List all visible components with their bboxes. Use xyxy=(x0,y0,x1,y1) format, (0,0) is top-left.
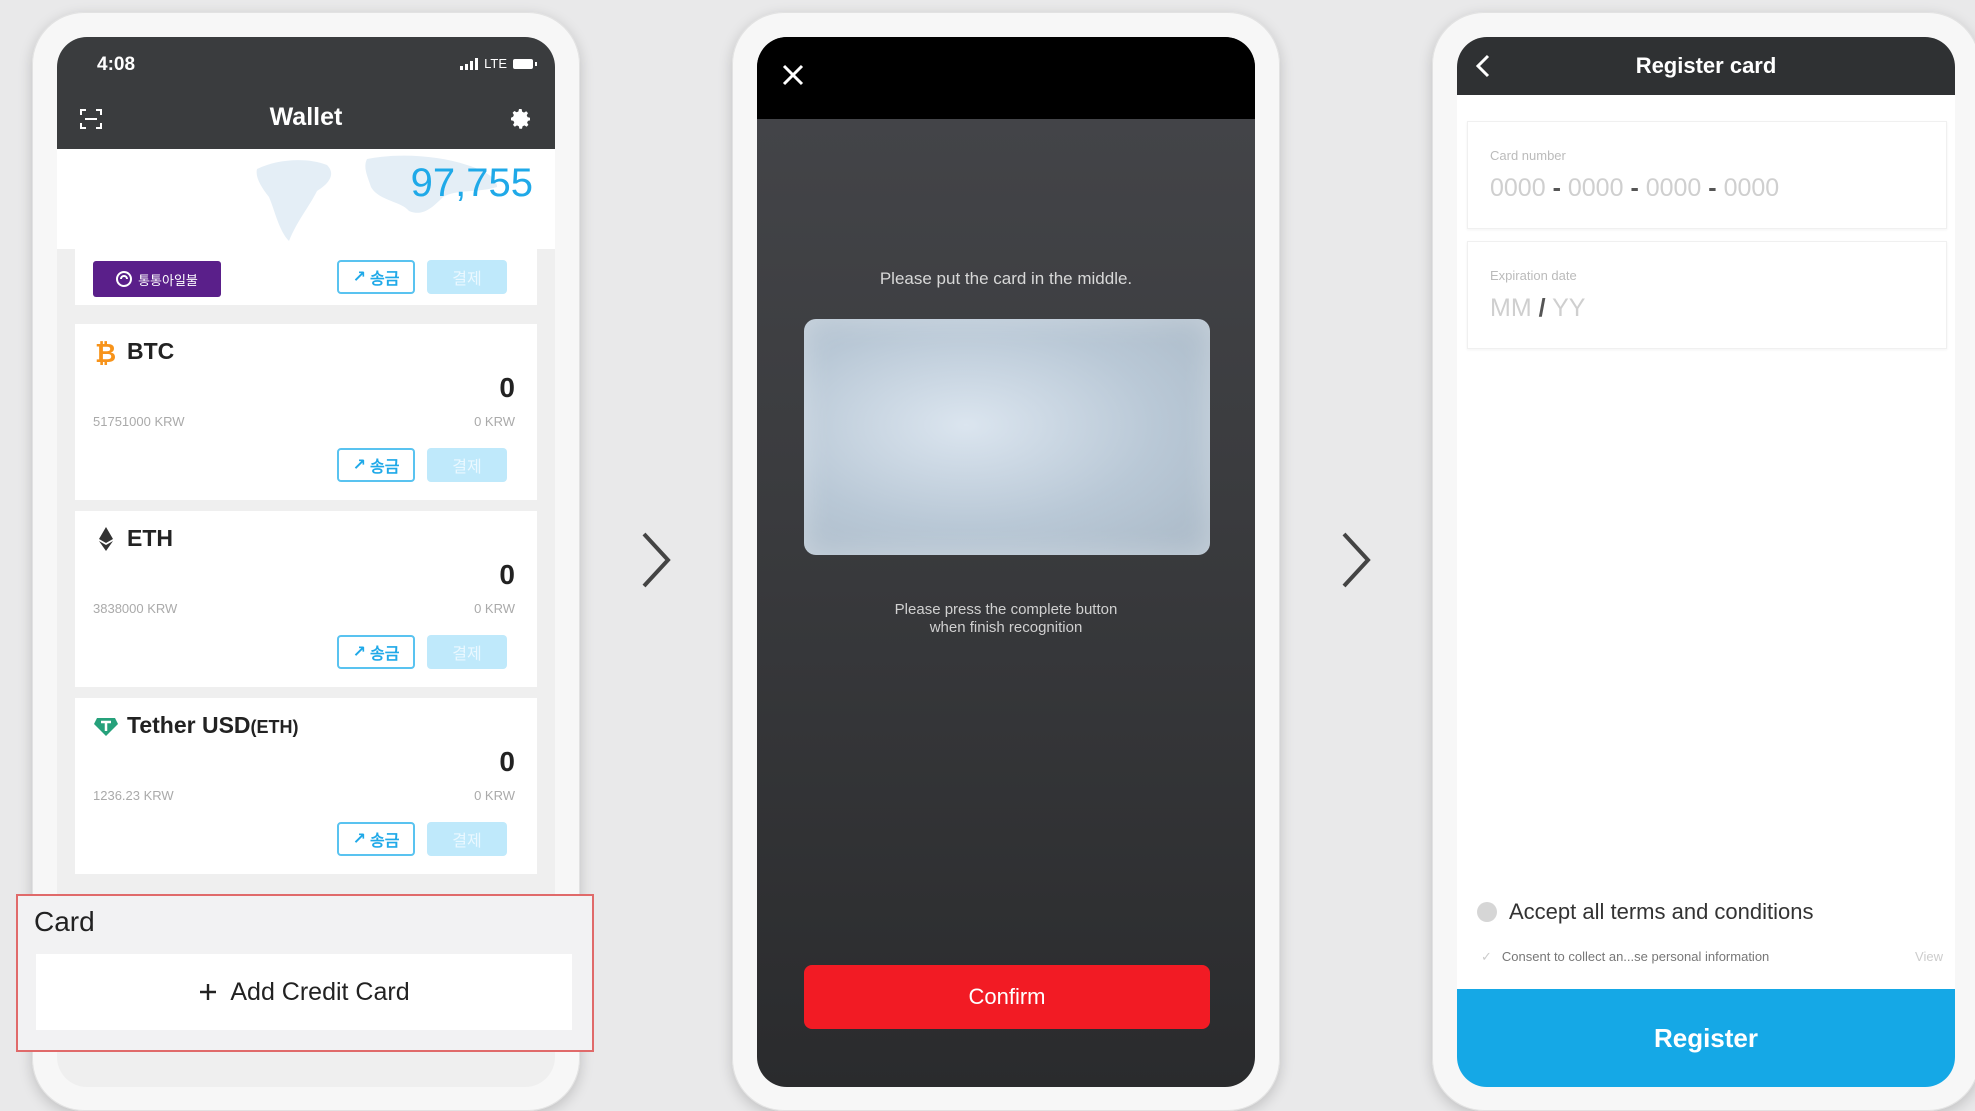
card-number-separator: - xyxy=(1630,174,1639,202)
expiration-month: MM xyxy=(1490,294,1532,322)
accept-all-label: Accept all terms and conditions xyxy=(1509,899,1814,924)
coin-name-suffix: (ETH) xyxy=(250,717,299,737)
page-title: Wallet xyxy=(269,103,343,131)
add-credit-card-label: Add Credit Card xyxy=(230,977,410,1006)
accept-all-radio[interactable] xyxy=(1477,902,1497,922)
status-time: 4:08 xyxy=(97,54,136,75)
card-section-label: Card xyxy=(34,906,95,937)
plus-icon xyxy=(200,984,217,1000)
send-button[interactable]: ↗ 송금 xyxy=(337,448,415,482)
consent-item[interactable]: ✓ Consent to collect an...se personal in… xyxy=(1481,949,1769,965)
pay-label: 결제 xyxy=(452,459,482,476)
expiration-separator: / xyxy=(1538,294,1546,322)
coin-card-eth[interactable]: ETH 0 3838000 KRW 0 KRW ↗ 송금 결제 xyxy=(75,511,537,687)
card-number-separator: - xyxy=(1552,174,1561,202)
scan-header xyxy=(757,37,1255,119)
pay-button[interactable]: 결제 xyxy=(427,260,507,294)
scan-instruction: Please put the card in the middle. xyxy=(879,269,1133,288)
send-label: 송금 xyxy=(369,459,400,476)
phone-register-card: Register card Card number 0000 - 0000 - … xyxy=(1432,12,1975,1111)
add-credit-card-button[interactable]: Add Credit Card xyxy=(36,954,572,1030)
network-label: LTE xyxy=(484,56,507,71)
coin-krw-value: 0 KRW xyxy=(474,414,515,429)
gear-icon[interactable] xyxy=(509,107,533,131)
pay-label: 결제 xyxy=(452,646,482,663)
send-button[interactable]: ↗ 송금 xyxy=(337,260,415,294)
send-button[interactable]: ↗ 송금 xyxy=(337,822,415,856)
scan-complete-hint: Please press the complete button when fi… xyxy=(894,601,1118,636)
signal-icon xyxy=(460,57,479,70)
coin-amount: 0 xyxy=(499,746,515,777)
phone-card-scan: Please put the card in the middle. Pleas… xyxy=(732,12,1280,1111)
svg-text:₿: ₿ xyxy=(95,339,116,366)
send-button[interactable]: ↗ 송금 xyxy=(337,635,415,669)
tether-icon xyxy=(94,718,118,736)
pay-button[interactable]: 결제 xyxy=(427,635,507,669)
total-balance: 97,755 xyxy=(410,161,533,205)
card-number-input[interactable]: 0000 - 0000 - 0000 - 0000 xyxy=(1490,174,1779,203)
coin-card-btc[interactable]: ₿ BTC 0 51751000 KRW 0 KRW ↗ 송금 결제 xyxy=(75,324,537,500)
expiration-field[interactable]: Expiration date MM / YY xyxy=(1467,241,1947,349)
card-number-part: 0000 xyxy=(1567,174,1624,202)
coin-amount: 0 xyxy=(499,559,515,590)
balance-panel: 97,755 xyxy=(57,149,555,249)
pay-button[interactable]: 결제 xyxy=(427,822,507,856)
chevron-right-icon xyxy=(642,532,671,588)
send-label: 송금 xyxy=(369,271,400,288)
accept-all-terms[interactable]: Accept all terms and conditions xyxy=(1477,899,1814,925)
coin-name-main: Tether USD xyxy=(127,712,251,738)
status-bar: 4:08 LTE xyxy=(57,37,555,87)
coin-price: 1236.23 KRW xyxy=(93,788,174,803)
coin-price: 3838000 KRW xyxy=(93,601,178,616)
coin-price: 51751000 KRW xyxy=(93,414,185,429)
ethereum-icon xyxy=(99,527,113,551)
mobile-money-icon xyxy=(116,271,133,287)
card-number-separator: - xyxy=(1708,174,1717,202)
coin-name: BTC xyxy=(127,338,175,364)
card-number-part: 0000 xyxy=(1645,174,1702,202)
send-arrow-icon: ↗ xyxy=(352,644,366,661)
coin-card-tether[interactable]: Tether USD(ETH) 0 1236.23 KRW 0 KRW ↗ 송금 … xyxy=(75,698,537,874)
page-title: Register card xyxy=(1635,53,1777,78)
card-scan-frame xyxy=(804,319,1210,555)
chevron-right-icon xyxy=(1342,532,1371,588)
card-number-field[interactable]: Card number 0000 - 0000 - 0000 - 0000 xyxy=(1467,121,1947,229)
expiration-label: Expiration date xyxy=(1490,268,1577,283)
coin-krw-value: 0 KRW xyxy=(474,788,515,803)
card-number-part: 0000 xyxy=(1490,174,1546,202)
expiration-input[interactable]: MM / YY xyxy=(1490,294,1585,323)
register-button[interactable]: Register xyxy=(1457,989,1955,1087)
consent-label: Consent to collect an...se personal info… xyxy=(1501,949,1770,964)
pay-button[interactable]: 결제 xyxy=(427,448,507,482)
mobile-money-button[interactable]: 통통아일불 xyxy=(93,261,221,297)
expiration-year: YY xyxy=(1552,294,1586,322)
pay-label: 결제 xyxy=(452,833,482,850)
send-label: 송금 xyxy=(369,833,400,850)
checkmark-icon: ✓ xyxy=(1481,949,1492,964)
mobile-money-label: 통통아일불 xyxy=(138,272,198,288)
register-card-screen: Register card Card number 0000 - 0000 - … xyxy=(1457,37,1955,1087)
bitcoin-icon: ₿ xyxy=(95,339,116,366)
coin-krw-value: 0 KRW xyxy=(474,601,515,616)
coin-amount: 0 xyxy=(499,372,515,403)
view-terms-link[interactable]: View xyxy=(1915,949,1943,964)
battery-icon xyxy=(513,58,537,69)
send-arrow-icon: ↗ xyxy=(352,269,366,286)
card-number-part: 0000 xyxy=(1723,174,1780,202)
coin-name: Tether USD(ETH) xyxy=(127,712,299,739)
send-arrow-icon: ↗ xyxy=(352,457,366,474)
coin-name: ETH xyxy=(127,525,173,551)
send-arrow-icon: ↗ xyxy=(352,831,366,848)
network-indicator: LTE xyxy=(460,56,537,71)
mobile-money-row: 통통아일불 ↗ 송금 결제 xyxy=(75,249,537,305)
close-icon[interactable] xyxy=(779,61,807,89)
pay-label: 결제 xyxy=(452,271,482,288)
send-label: 송금 xyxy=(369,646,400,663)
card-number-label: Card number xyxy=(1490,148,1566,163)
card-scan-screen: Please put the card in the middle. Pleas… xyxy=(757,37,1255,1087)
card-section: Card Add Credit Card xyxy=(16,894,594,1052)
confirm-button[interactable]: Confirm xyxy=(804,965,1210,1029)
register-header: Register card xyxy=(1457,37,1955,95)
wallet-header: Wallet xyxy=(57,87,555,149)
